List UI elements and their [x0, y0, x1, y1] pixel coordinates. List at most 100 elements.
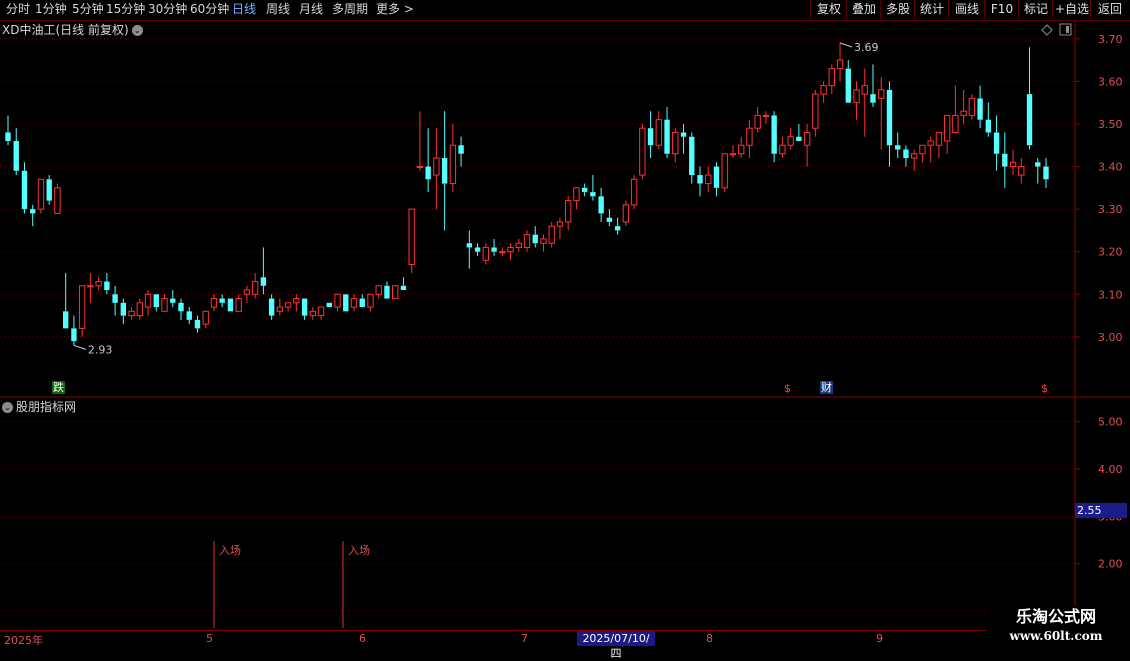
period-tab[interactable]: 5分钟: [72, 0, 104, 19]
more-menu[interactable]: 更多 >: [376, 0, 414, 19]
candle[interactable]: [590, 175, 596, 201]
candle[interactable]: [523, 230, 531, 252]
back-button[interactable]: 返回: [1090, 0, 1129, 19]
candle[interactable]: [326, 302, 332, 308]
candle[interactable]: [441, 111, 448, 231]
candle[interactable]: [202, 310, 209, 329]
candle[interactable]: [1009, 149, 1017, 176]
candle[interactable]: [556, 217, 564, 239]
candle[interactable]: [762, 111, 770, 124]
event-badge-finance[interactable]: 财: [820, 381, 833, 394]
candle[interactable]: [565, 196, 572, 231]
candle[interactable]: [219, 294, 225, 308]
candle[interactable]: [622, 200, 630, 227]
candle[interactable]: [729, 145, 737, 159]
candle[interactable]: [400, 277, 407, 291]
candle[interactable]: [828, 64, 835, 95]
candle[interactable]: [721, 153, 728, 193]
candle[interactable]: [178, 298, 184, 320]
candle[interactable]: [647, 111, 654, 159]
candle[interactable]: [697, 166, 703, 197]
candle[interactable]: [548, 221, 555, 248]
candle[interactable]: [293, 294, 300, 312]
candle[interactable]: [62, 273, 69, 329]
candle[interactable]: [689, 132, 695, 184]
candle[interactable]: [375, 285, 382, 299]
period-tab[interactable]: 15分钟: [106, 0, 145, 19]
candle[interactable]: [170, 290, 176, 308]
panel-toggle-icon[interactable]: [1059, 23, 1072, 36]
statistics-button[interactable]: 统计: [914, 0, 949, 19]
candle[interactable]: [952, 85, 959, 133]
candle[interactable]: [787, 128, 794, 150]
candle[interactable]: [870, 64, 876, 107]
candle[interactable]: [268, 294, 275, 320]
candle[interactable]: [985, 102, 992, 137]
candle[interactable]: [1043, 158, 1049, 188]
candle[interactable]: [680, 123, 687, 154]
candle[interactable]: [449, 123, 457, 193]
candle[interactable]: [960, 89, 967, 124]
candle[interactable]: [614, 217, 621, 235]
candle[interactable]: [458, 136, 464, 167]
candle[interactable]: [301, 298, 308, 320]
candle[interactable]: [128, 307, 135, 320]
period-tab[interactable]: 30分钟: [148, 0, 187, 19]
candle[interactable]: [71, 315, 77, 346]
f10-button[interactable]: F10: [984, 0, 1019, 19]
candle[interactable]: [260, 247, 267, 295]
mark-button[interactable]: 标记: [1018, 0, 1053, 19]
candle[interactable]: [425, 128, 431, 193]
candle[interactable]: [664, 106, 670, 159]
period-tab[interactable]: 1分钟: [35, 0, 67, 19]
indicator-chart[interactable]: 5.004.003.002.001.00: [0, 398, 1130, 630]
candle[interactable]: [919, 144, 926, 163]
candle[interactable]: [334, 293, 341, 312]
adjust-button[interactable]: 复权: [810, 0, 847, 19]
candle[interactable]: [95, 277, 102, 291]
candle[interactable]: [54, 183, 61, 214]
candle[interactable]: [796, 123, 802, 141]
diamond-icon[interactable]: [1041, 24, 1053, 36]
candle[interactable]: [993, 115, 1000, 171]
candle[interactable]: [935, 131, 943, 159]
candle[interactable]: [836, 43, 844, 82]
candle[interactable]: [738, 136, 745, 159]
candle[interactable]: [136, 298, 143, 320]
candle[interactable]: [515, 238, 522, 252]
candle[interactable]: [408, 208, 415, 274]
candle[interactable]: [927, 136, 934, 163]
candle[interactable]: [112, 285, 118, 316]
candle[interactable]: [1018, 158, 1025, 184]
candle[interactable]: [639, 123, 646, 180]
candle[interactable]: [243, 285, 251, 303]
candle[interactable]: [672, 128, 679, 163]
candle[interactable]: [367, 293, 374, 312]
candle[interactable]: [161, 294, 168, 312]
candle[interactable]: [384, 281, 390, 299]
candle[interactable]: [655, 111, 662, 150]
candle[interactable]: [705, 166, 712, 193]
candle[interactable]: [482, 243, 489, 265]
candle[interactable]: [754, 106, 761, 133]
multi-stock-button[interactable]: 多股: [880, 0, 915, 19]
candle[interactable]: [878, 77, 885, 150]
draw-line-button[interactable]: 画线: [948, 0, 985, 19]
candle[interactable]: [779, 136, 786, 159]
candle[interactable]: [903, 145, 909, 167]
candle[interactable]: [507, 243, 514, 261]
candle[interactable]: [87, 273, 94, 303]
candle[interactable]: [46, 175, 52, 205]
candle[interactable]: [911, 149, 918, 171]
candle[interactable]: [30, 204, 36, 227]
overlay-button[interactable]: 叠加: [846, 0, 881, 19]
candle[interactable]: [433, 128, 440, 210]
candle[interactable]: [1002, 132, 1008, 188]
candle[interactable]: [194, 315, 201, 333]
candle[interactable]: [416, 111, 424, 171]
period-tab[interactable]: 分时: [6, 0, 30, 19]
candle[interactable]: [350, 294, 358, 312]
candle[interactable]: [186, 307, 192, 325]
candle[interactable]: [1026, 47, 1033, 150]
candle[interactable]: [630, 175, 638, 210]
